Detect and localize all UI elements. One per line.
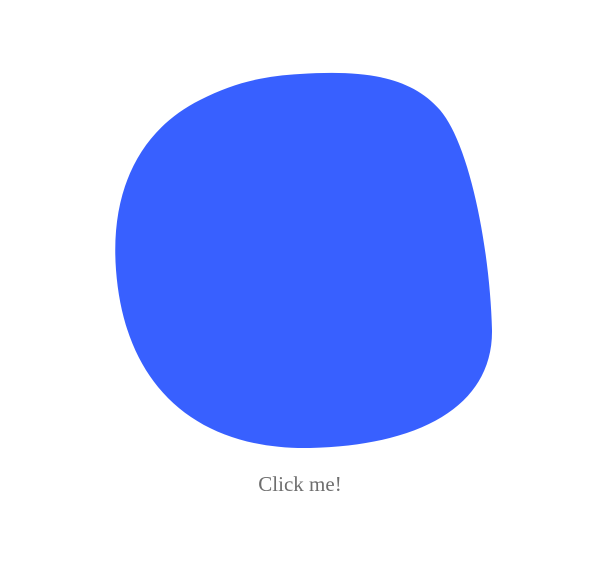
- blob-shape-icon[interactable]: [110, 70, 495, 455]
- blob-button[interactable]: [110, 70, 495, 455]
- click-me-label[interactable]: Click me!: [0, 472, 600, 497]
